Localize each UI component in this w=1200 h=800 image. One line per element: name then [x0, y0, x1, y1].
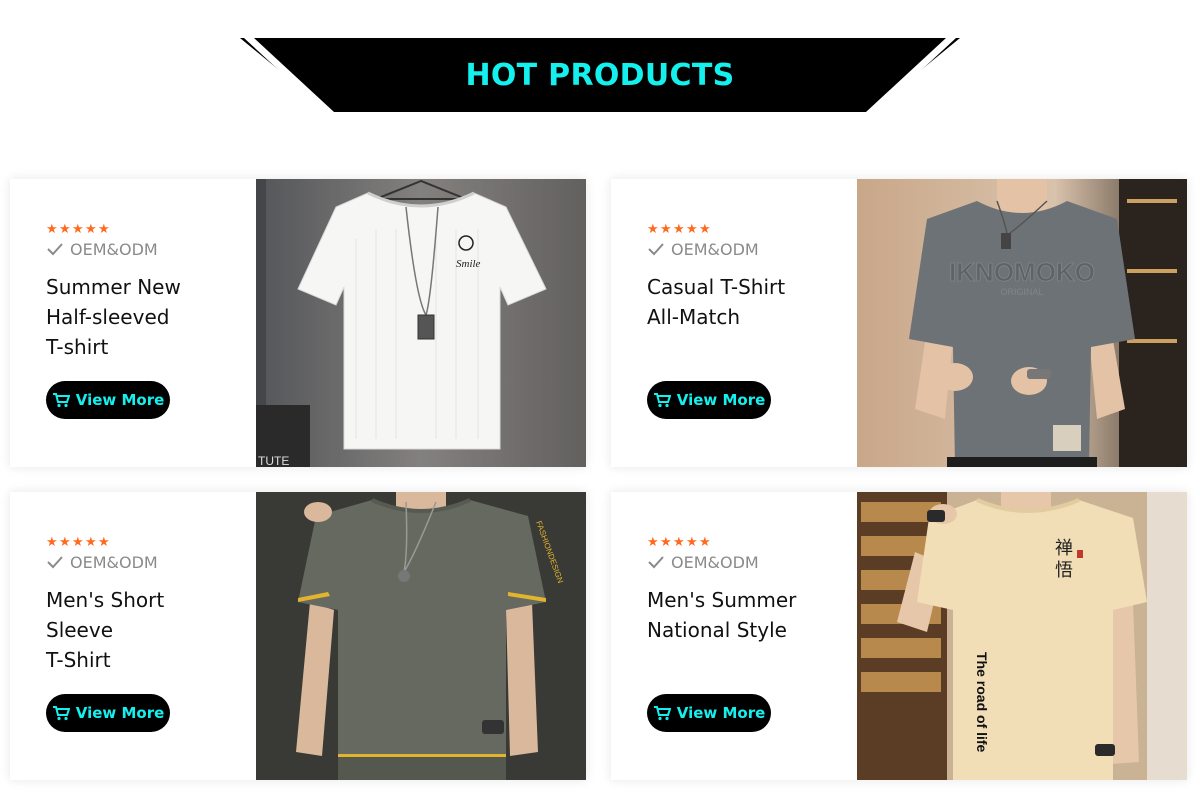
image-sub-text: ORIGINAL	[1000, 287, 1043, 297]
star-icon: ★	[699, 535, 711, 550]
white-tshirt-photo: TUTE Smile	[256, 179, 586, 467]
star-icon: ★	[46, 222, 58, 237]
section-title: HOT PRODUCTS	[465, 57, 735, 93]
product-image[interactable]: TUTE Smile	[256, 179, 586, 467]
hot-products-section: HOT PRODUCTS ★ ★ ★ ★ ★ OEM&ODM Summer Ne…	[0, 0, 1200, 800]
product-info: ★ ★ ★ ★ ★ OEM&ODM Men's Short Sleeve T-S…	[46, 536, 246, 675]
cart-icon	[653, 393, 671, 408]
product-card[interactable]: ★ ★ ★ ★ ★ OEM&ODM Summer New Half-sleeve…	[10, 179, 586, 467]
star-icon: ★	[98, 222, 110, 237]
product-title: Summer New Half-sleeved T-shirt	[46, 275, 181, 359]
view-more-button[interactable]: View More	[647, 381, 771, 419]
image-corner-text: TUTE	[258, 454, 289, 467]
oem-label: OEM&ODM	[671, 552, 759, 572]
product-image[interactable]: FASHIONDESIGN	[256, 492, 586, 780]
star-icon: ★	[660, 222, 672, 237]
section-banner: HOT PRODUCTS	[240, 38, 960, 112]
view-more-button[interactable]: View More	[647, 694, 771, 732]
product-card[interactable]: ★ ★ ★ ★ ★ OEM&ODM Men's Summer National …	[611, 492, 1187, 780]
star-icon: ★	[686, 535, 698, 550]
oem-badge: OEM&ODM	[647, 551, 847, 573]
product-info: ★ ★ ★ ★ ★ OEM&ODM Men's Summer National …	[647, 536, 847, 645]
beige-tshirt-photo: 禅 悟 The road of life	[857, 492, 1187, 780]
star-icon: ★	[673, 535, 685, 550]
rating-stars: ★ ★ ★ ★ ★	[46, 536, 246, 550]
view-more-button[interactable]: View More	[46, 381, 170, 419]
product-info: ★ ★ ★ ★ ★ OEM&ODM Casual T-Shirt All-Mat…	[647, 223, 847, 332]
gray-tshirt-photo: IKNOMOKO ORIGINAL	[857, 179, 1187, 467]
product-info: ★ ★ ★ ★ ★ OEM&ODM Summer New Half-sleeve…	[46, 223, 246, 362]
star-icon: ★	[72, 222, 84, 237]
product-title: Men's Short Sleeve T-Shirt	[46, 588, 165, 672]
oem-badge: OEM&ODM	[46, 551, 246, 573]
oem-label: OEM&ODM	[70, 552, 158, 572]
image-print-text: IKNOMOKO	[949, 257, 1095, 287]
star-icon: ★	[46, 535, 58, 550]
star-icon: ★	[59, 535, 71, 550]
star-icon: ★	[647, 535, 659, 550]
svg-text:悟: 悟	[1055, 560, 1073, 581]
view-more-label: View More	[75, 391, 165, 409]
product-title: Men's Summer National Style	[647, 588, 797, 642]
star-icon: ★	[98, 535, 110, 550]
oem-label: OEM&ODM	[671, 239, 759, 259]
cart-icon	[52, 393, 70, 408]
star-icon: ★	[85, 535, 97, 550]
star-icon: ★	[660, 535, 672, 550]
oem-badge: OEM&ODM	[647, 238, 847, 260]
view-more-label: View More	[75, 704, 165, 722]
view-more-button[interactable]: View More	[46, 694, 170, 732]
oem-badge: OEM&ODM	[46, 238, 246, 260]
product-image[interactable]: 禅 悟 The road of life	[857, 492, 1187, 780]
rating-stars: ★ ★ ★ ★ ★	[46, 223, 246, 237]
product-card[interactable]: ★ ★ ★ ★ ★ OEM&ODM Casual T-Shirt All-Mat…	[611, 179, 1187, 467]
cart-icon	[52, 706, 70, 721]
check-icon	[47, 243, 63, 256]
check-icon	[47, 556, 63, 569]
star-icon: ★	[647, 222, 659, 237]
check-icon	[648, 556, 664, 569]
cart-icon	[653, 706, 671, 721]
rating-stars: ★ ★ ★ ★ ★	[647, 223, 847, 237]
star-icon: ★	[673, 222, 685, 237]
image-print-text: Smile	[456, 258, 481, 270]
product-card[interactable]: ★ ★ ★ ★ ★ OEM&ODM Men's Short Sleeve T-S…	[10, 492, 586, 780]
svg-text:禅: 禅	[1055, 538, 1073, 559]
star-icon: ★	[686, 222, 698, 237]
star-icon: ★	[72, 535, 84, 550]
star-icon: ★	[699, 222, 711, 237]
star-icon: ★	[59, 222, 71, 237]
rating-stars: ★ ★ ★ ★ ★	[647, 536, 847, 550]
oem-label: OEM&ODM	[70, 239, 158, 259]
product-image[interactable]: IKNOMOKO ORIGINAL	[857, 179, 1187, 467]
olive-tshirt-photo: FASHIONDESIGN	[256, 492, 586, 780]
star-icon: ★	[85, 222, 97, 237]
product-title: Casual T-Shirt All-Match	[647, 275, 786, 329]
check-icon	[648, 243, 664, 256]
view-more-label: View More	[676, 391, 766, 409]
view-more-label: View More	[676, 704, 766, 722]
image-print-text: The road of life	[974, 652, 990, 753]
